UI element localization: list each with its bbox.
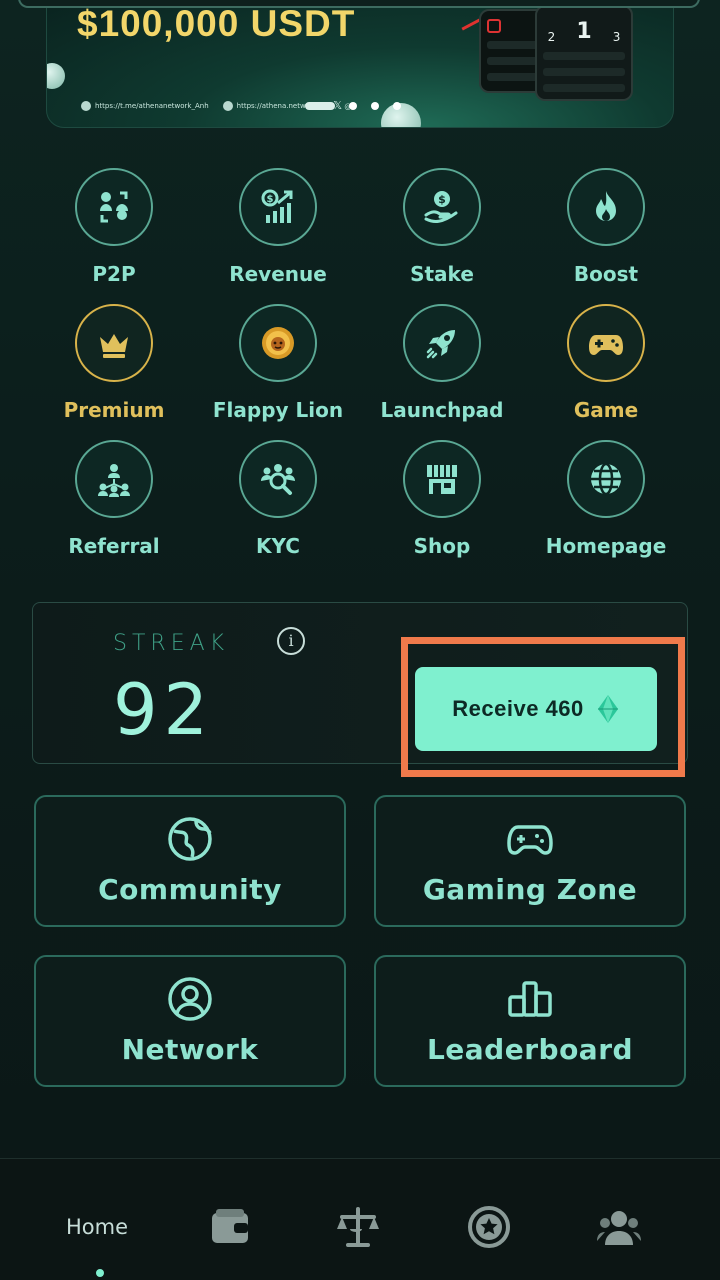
active-tab-indicator	[96, 1269, 104, 1277]
sheet-edge	[18, 0, 700, 8]
leaderboard-card[interactable]: Leaderboard	[374, 955, 686, 1087]
red-arrow-decoration	[461, 18, 481, 31]
rocket-icon	[403, 304, 481, 382]
globe-icon	[222, 100, 233, 111]
shop-store-icon	[403, 440, 481, 518]
streak-card: STREAK i 92 Receive 460	[32, 602, 688, 777]
carousel-dot[interactable]	[393, 102, 401, 110]
grid-item-label: Referral	[68, 534, 160, 558]
crown-icon	[75, 304, 153, 382]
streak-title: STREAK	[113, 631, 230, 656]
leaderboard-label: Leaderboard	[426, 1033, 634, 1066]
network-card[interactable]: Network	[34, 955, 346, 1087]
carousel-dot[interactable]	[371, 102, 379, 110]
telegram-icon	[81, 100, 91, 111]
balance-scale-icon	[337, 1207, 379, 1247]
banner-title: $100,000 USDT	[77, 3, 356, 44]
grid-item-label: Stake	[410, 262, 474, 286]
gem-icon	[597, 695, 618, 723]
svg-text:$: $	[438, 193, 446, 206]
network-label: Network	[121, 1033, 259, 1066]
gamepad-outline-icon	[507, 825, 553, 855]
carousel-indicator[interactable]	[305, 102, 401, 110]
grid-item-p2p[interactable]: P2P	[32, 168, 196, 286]
wallet-icon	[212, 1209, 248, 1243]
nav-home-label: Home	[66, 1215, 129, 1239]
kyc-search-user-icon	[239, 440, 317, 518]
grid-item-label: KYC	[256, 534, 300, 558]
p2p-exchange-icon	[75, 168, 153, 246]
stake-coin-hand-icon: $	[403, 168, 481, 246]
grid-item-launchpad[interactable]: Launchpad	[360, 304, 524, 422]
team-users-icon	[597, 1211, 641, 1245]
nav-team[interactable]	[597, 1205, 641, 1253]
receive-label: Receive 460	[452, 696, 584, 721]
revenue-chart-icon: $	[239, 168, 317, 246]
telegram-link: https://t.me/athenanetwork_Anh	[81, 100, 209, 111]
community-label: Community	[98, 873, 282, 906]
user-circle-icon	[168, 977, 212, 1021]
star-badge-icon	[468, 1206, 510, 1248]
grid-item-boost[interactable]: Boost	[524, 168, 688, 286]
app-screen: $100,000 USDT https://t.me/athenanetwork…	[0, 0, 720, 1280]
lion-coin-icon	[239, 304, 317, 382]
grid-item-label: Boost	[573, 262, 639, 286]
grid-item-label: Flappy Lion	[212, 398, 344, 422]
grid-item-label: Homepage	[545, 534, 667, 558]
grid-item-kyc[interactable]: KYC	[196, 440, 360, 558]
nav-exchange[interactable]	[336, 1205, 380, 1253]
grid-item-label: Premium	[63, 398, 165, 422]
nav-rewards[interactable]	[467, 1205, 511, 1253]
carousel-dot[interactable]	[349, 102, 357, 110]
gamepad-icon	[567, 304, 645, 382]
svg-text:$: $	[267, 194, 274, 205]
carousel-dot-active[interactable]	[305, 102, 335, 110]
grid-item-shop[interactable]: Shop	[360, 440, 524, 558]
coin-decoration	[47, 63, 65, 89]
nav-wallet[interactable]	[208, 1205, 252, 1253]
grid-item-game[interactable]: Game	[524, 304, 688, 422]
grid-item-flappy-lion[interactable]: Flappy Lion	[196, 304, 360, 422]
info-icon[interactable]: i	[277, 627, 305, 655]
grid-item-label: Revenue	[229, 262, 327, 286]
community-globe-icon	[168, 817, 212, 861]
gaming-zone-card[interactable]: Gaming Zone	[374, 795, 686, 927]
podium-icon	[508, 981, 552, 1017]
streak-count: 92	[113, 669, 215, 751]
globe-icon	[567, 440, 645, 518]
nav-home[interactable]: Home	[66, 1215, 128, 1239]
community-card[interactable]: Community	[34, 795, 346, 927]
gaming-zone-label: Gaming Zone	[422, 873, 638, 906]
receive-reward-button[interactable]: Receive 460	[415, 667, 657, 751]
grid-item-label: Shop	[413, 534, 471, 558]
grid-item-homepage[interactable]: Homepage	[524, 440, 688, 558]
bottom-navigation: Home	[0, 1158, 720, 1280]
grid-item-label: Launchpad	[380, 398, 504, 422]
grid-item-stake[interactable]: $ Stake	[360, 168, 524, 286]
referral-network-icon	[75, 440, 153, 518]
grid-item-label: P2P	[92, 262, 136, 286]
phone-mockup: 2 1 3	[535, 5, 633, 101]
grid-item-label: Game	[573, 398, 639, 422]
grid-item-referral[interactable]: Referral	[32, 440, 196, 558]
grid-item-revenue[interactable]: $ Revenue	[196, 168, 360, 286]
grid-item-premium[interactable]: Premium	[32, 304, 196, 422]
flame-icon	[567, 168, 645, 246]
promo-banner[interactable]: $100,000 USDT https://t.me/athenanetwork…	[46, 0, 674, 128]
